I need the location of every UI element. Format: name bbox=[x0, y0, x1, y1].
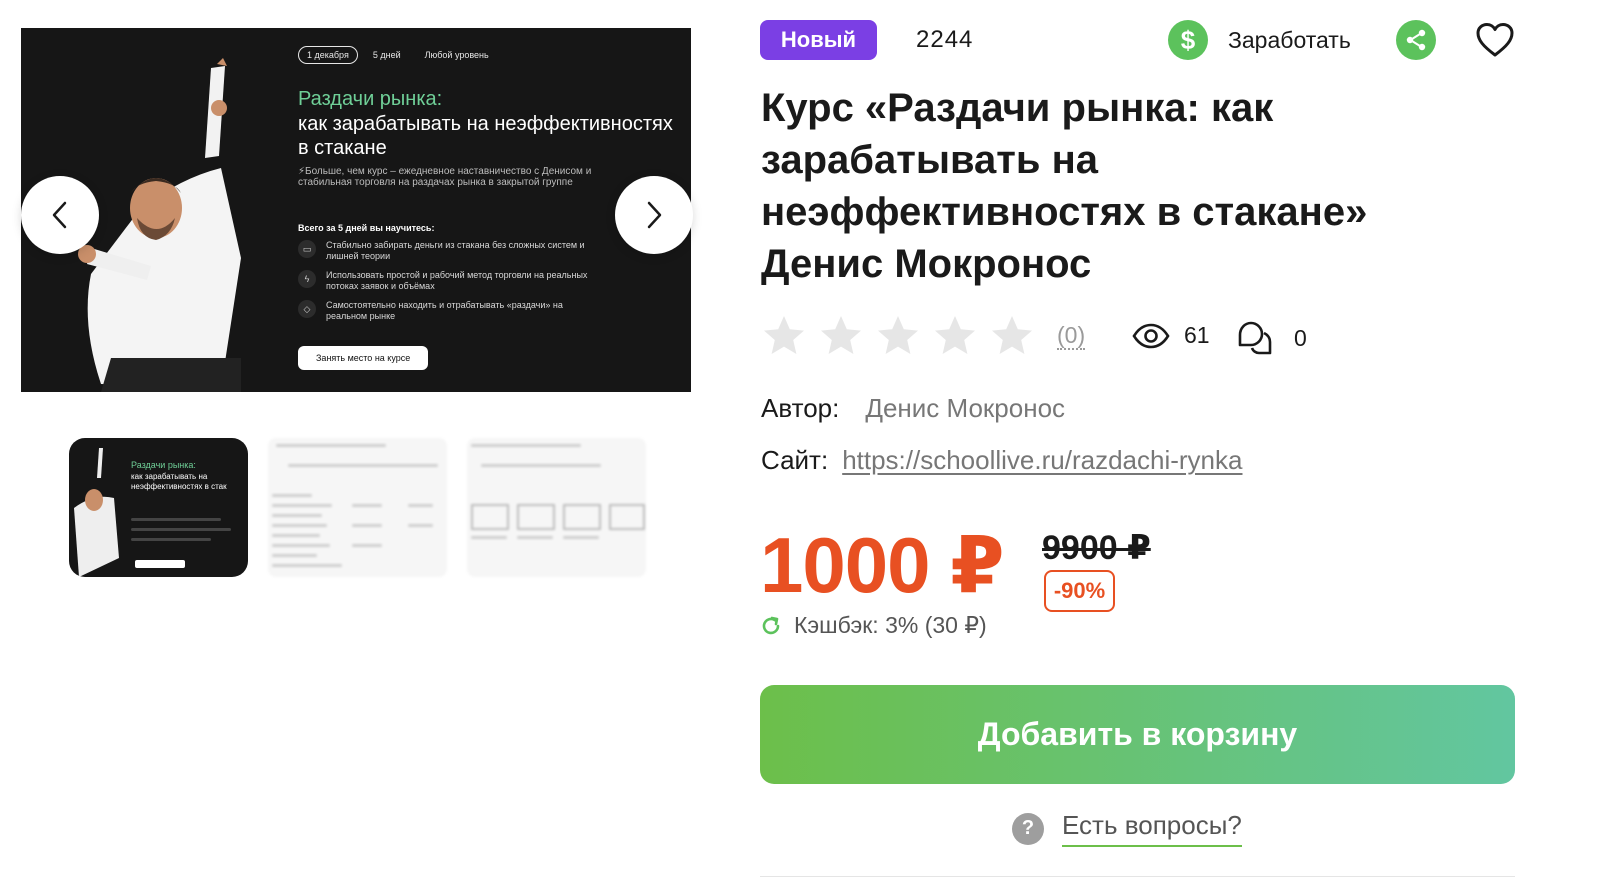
banner-chips: 1 декабря 5 дней Любой уровень bbox=[298, 46, 498, 64]
thumbnail-line bbox=[272, 524, 327, 527]
main-banner-image[interactable]: 1 декабря 5 дней Любой уровень Раздачи р… bbox=[21, 28, 691, 392]
add-to-cart-button[interactable]: Добавить в корзину bbox=[760, 685, 1515, 784]
rating[interactable]: (0) bbox=[760, 312, 1086, 360]
wallet-icon: ▭ bbox=[298, 240, 316, 258]
banner-bullet: ◇ Самостоятельно находить и отрабатывать… bbox=[298, 300, 598, 322]
views-count: 61 bbox=[1184, 322, 1210, 348]
thumbnail-line bbox=[272, 494, 312, 497]
thumbnail-line bbox=[408, 524, 433, 527]
eye-icon bbox=[1132, 323, 1170, 348]
author-row: Автор: Денис Мокронос bbox=[761, 393, 1065, 424]
banner-chip-date: 1 декабря bbox=[298, 46, 358, 64]
current-price: 1000 ₽ bbox=[760, 521, 1004, 609]
earn-label: Заработать bbox=[1228, 26, 1351, 53]
thumbnail-3[interactable] bbox=[467, 438, 646, 577]
question-icon: ? bbox=[1012, 812, 1044, 845]
star-icon[interactable] bbox=[931, 312, 979, 360]
banner-learn-heading: Всего за 5 дней вы научитесь: bbox=[298, 223, 435, 233]
banner-bullet: ϟ Использовать простой и рабочий метод т… bbox=[298, 270, 598, 292]
chevron-right-icon bbox=[647, 201, 662, 229]
gallery-thumbnails: Раздачи рынка: как зарабатывать на неэфф… bbox=[69, 438, 646, 577]
thumbnail-line bbox=[352, 524, 382, 527]
product-id: 2244 bbox=[916, 26, 974, 53]
faq-link[interactable]: ? Есть вопросы? bbox=[1012, 810, 1242, 847]
site-label: Сайт: bbox=[761, 445, 829, 475]
rating-count-link[interactable]: (0) bbox=[1057, 322, 1086, 350]
favorite-button[interactable] bbox=[1474, 20, 1516, 60]
product-title: Курс «Раздачи рынка: как зарабатывать на… bbox=[761, 86, 1368, 286]
thumbnail-line bbox=[481, 464, 601, 467]
author-label: Автор: bbox=[761, 393, 840, 423]
thumbnail-line bbox=[272, 504, 332, 507]
bullet-text: Использовать простой и рабочий метод тор… bbox=[326, 270, 588, 291]
bullet-text: Стабильно забирать деньги из стакана без… bbox=[326, 240, 585, 261]
thumbnail-line bbox=[288, 464, 438, 467]
cashback-text: Кэшбэк: 3% (30 ₽) bbox=[794, 612, 987, 638]
shield-icon: ◇ bbox=[298, 300, 316, 318]
lightning-icon: ϟ bbox=[298, 270, 316, 288]
thumbnail-line bbox=[408, 504, 433, 507]
share-button[interactable] bbox=[1396, 20, 1436, 60]
thumbnail-1[interactable]: Раздачи рынка: как зарабатывать на неэфф… bbox=[69, 438, 248, 577]
thumbnail-line bbox=[517, 536, 553, 539]
thumbnail-line bbox=[272, 564, 342, 567]
banner-cta-button: Занять место на курсе bbox=[298, 346, 429, 370]
thumbnail-line bbox=[352, 544, 382, 547]
banner-description: ⚡Больше, чем курс – ежедневное наставнич… bbox=[298, 166, 592, 188]
thumbnail-line bbox=[471, 536, 507, 539]
new-badge: Новый bbox=[760, 20, 877, 60]
dollar-icon: $ bbox=[1168, 20, 1208, 60]
thumbnail-2[interactable] bbox=[268, 438, 447, 577]
thumbnail-line bbox=[272, 534, 320, 537]
comments-counter[interactable]: 0 bbox=[1236, 320, 1307, 356]
cashback-info: Кэшбэк: 3% (30 ₽) bbox=[760, 612, 987, 639]
refresh-icon bbox=[762, 616, 780, 634]
author-name: Денис Мокронос bbox=[865, 393, 1066, 423]
thumbnail-file bbox=[563, 504, 601, 530]
thumbnail-line bbox=[272, 554, 317, 557]
thumbnail-title-white: как зарабатывать на неэффективностях в с… bbox=[131, 472, 227, 491]
star-icon[interactable] bbox=[988, 312, 1036, 360]
faq-label: Есть вопросы? bbox=[1062, 810, 1242, 847]
star-icon[interactable] bbox=[817, 312, 865, 360]
thumbnail-file bbox=[609, 504, 645, 530]
divider bbox=[760, 876, 1515, 877]
banner-chip-level: Любой уровень bbox=[424, 50, 489, 60]
views-counter: 61 bbox=[1132, 322, 1210, 349]
banner-title-green: Раздачи рынка: bbox=[298, 88, 443, 110]
thumbnail-line bbox=[272, 514, 322, 517]
banner-chip-duration: 5 дней bbox=[372, 50, 401, 60]
heart-icon bbox=[1476, 23, 1514, 57]
comments-icon bbox=[1238, 321, 1272, 355]
thumbnail-line bbox=[131, 538, 211, 541]
comments-count: 0 bbox=[1294, 324, 1307, 351]
thumbnail-line bbox=[276, 444, 386, 447]
bullet-text: Самостоятельно находить и отрабатывать «… bbox=[326, 300, 563, 321]
thumbnail-line bbox=[272, 544, 330, 547]
thumbnail-cta bbox=[135, 560, 185, 568]
gallery-prev-button[interactable] bbox=[21, 176, 99, 254]
star-icon[interactable] bbox=[874, 312, 922, 360]
old-price: 9900 ₽ bbox=[1042, 529, 1151, 567]
thumbnail-person bbox=[74, 448, 119, 577]
share-icon bbox=[1406, 29, 1426, 51]
thumbnail-line bbox=[131, 528, 231, 531]
banner-title-white: как зарабатывать на неэффективностях в с… bbox=[298, 113, 673, 159]
earn-link[interactable]: $ Заработать bbox=[1168, 20, 1351, 60]
thumbnail-line bbox=[563, 536, 599, 539]
star-icon[interactable] bbox=[760, 312, 808, 360]
thumbnail-line bbox=[352, 504, 382, 507]
thumbnail-file bbox=[471, 504, 509, 530]
gallery-next-button[interactable] bbox=[615, 176, 693, 254]
thumbnail-line bbox=[471, 444, 581, 447]
thumbnail-file bbox=[517, 504, 555, 530]
thumbnail-title-green: Раздачи рынка: bbox=[131, 460, 196, 470]
banner-bullet: ▭ Стабильно забирать деньги из стакана б… bbox=[298, 240, 598, 262]
thumbnail-line bbox=[131, 518, 221, 521]
discount-badge: -90% bbox=[1044, 570, 1115, 612]
site-link[interactable]: https://schoollive.ru/razdachi-rynka bbox=[842, 445, 1242, 475]
banner-bullets: ▭ Стабильно забирать деньги из стакана б… bbox=[298, 240, 598, 330]
site-row: Сайт: https://schoollive.ru/razdachi-rynk… bbox=[761, 445, 1242, 476]
chevron-left-icon bbox=[52, 201, 67, 229]
